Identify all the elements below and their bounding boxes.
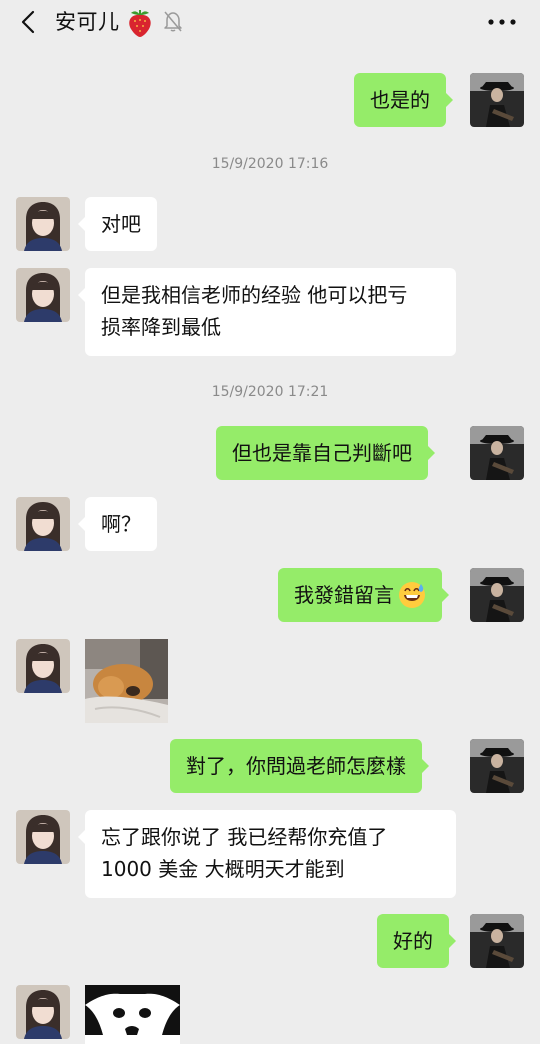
grinning-sweat-emoji-icon bbox=[399, 582, 425, 608]
contact-avatar[interactable] bbox=[16, 268, 70, 322]
my-avatar[interactable] bbox=[470, 73, 524, 127]
received-message[interactable]: 但是我相信老师的经验 他可以把亏 损率降到最低 bbox=[78, 268, 456, 356]
timestamp: 15/9/2020 17:21 bbox=[211, 384, 329, 400]
contact-avatar[interactable] bbox=[16, 985, 70, 1039]
sent-message[interactable]: 對了，你問過老師怎麼樣 bbox=[170, 739, 429, 793]
dog-sticker-message[interactable] bbox=[85, 985, 180, 1044]
message-text-line: 忘了跟你说了 我已经帮你充值了 bbox=[101, 825, 388, 849]
contact-avatar[interactable] bbox=[16, 639, 70, 693]
more-dots-icon[interactable] bbox=[486, 12, 518, 32]
timestamp: 15/9/2020 17:16 bbox=[211, 156, 329, 172]
message-text-line: 但是我相信老师的经验 他可以把亏 bbox=[101, 283, 408, 307]
sent-message[interactable]: 好的 bbox=[377, 914, 456, 968]
message-text: 对吧 bbox=[101, 212, 141, 236]
message-text: 啊？ bbox=[101, 512, 141, 536]
chat-title[interactable]: 安可儿 bbox=[55, 7, 120, 37]
message-text: 我發錯留言 bbox=[294, 583, 394, 607]
back-chevron-icon[interactable] bbox=[16, 9, 40, 35]
message-text-line: 损率降到最低 bbox=[101, 315, 221, 339]
chat-header: 安可儿 bbox=[0, 0, 540, 44]
received-message[interactable]: 啊？ bbox=[78, 497, 157, 551]
contact-avatar[interactable] bbox=[16, 497, 70, 551]
muted-bell-icon bbox=[164, 11, 182, 32]
received-message[interactable]: 对吧 bbox=[78, 197, 157, 251]
my-avatar[interactable] bbox=[470, 914, 524, 968]
message-text: 但也是靠自己判斷吧 bbox=[232, 441, 412, 465]
contact-avatar[interactable] bbox=[16, 197, 70, 251]
sent-message[interactable]: 我發錯留言 bbox=[278, 568, 449, 622]
my-avatar[interactable] bbox=[470, 568, 524, 622]
sent-message[interactable]: 也是的 bbox=[354, 73, 453, 127]
message-text: 好的 bbox=[393, 929, 433, 953]
contact-avatar[interactable] bbox=[16, 810, 70, 864]
received-message[interactable]: 忘了跟你说了 我已经帮你充值了 1000 美金 大概明天才能到 bbox=[78, 810, 456, 898]
message-text-line: 1000 美金 大概明天才能到 bbox=[101, 857, 345, 881]
sent-message[interactable]: 但也是靠自己判斷吧 bbox=[216, 426, 435, 480]
message-text: 對了，你問過老師怎麼樣 bbox=[186, 754, 406, 778]
dog-photo-message[interactable] bbox=[85, 639, 168, 723]
strawberry-icon bbox=[129, 10, 151, 37]
message-text: 也是的 bbox=[370, 88, 430, 112]
my-avatar[interactable] bbox=[470, 426, 524, 480]
my-avatar[interactable] bbox=[470, 739, 524, 793]
